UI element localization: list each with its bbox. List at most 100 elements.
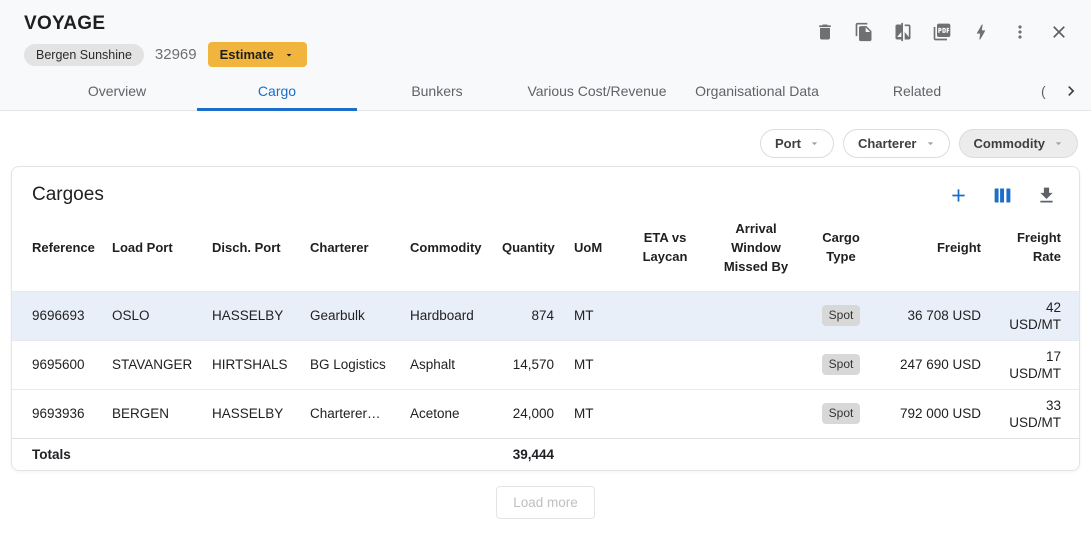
column-header-freight-rate: Freight Rate — [991, 206, 1080, 291]
cell-charterer: BG Logistics — [300, 340, 400, 389]
cell-eta-vs-laycan — [624, 291, 706, 340]
pdf-export-button[interactable] — [931, 21, 952, 42]
add-cargo-button[interactable] — [948, 185, 969, 206]
cell-quantity: 24,000 — [492, 389, 564, 438]
cargoes-table: Reference Load Port Disch. Port Chartere… — [12, 206, 1080, 470]
load-more-container: Load more — [11, 471, 1080, 534]
table-row[interactable]: 9696693 OSLO HASSELBY Gearbulk Hardboard… — [12, 291, 1080, 340]
column-settings-button[interactable] — [992, 185, 1013, 206]
table-row[interactable]: 9693936 BERGEN HASSELBY Charterer… Aceto… — [12, 389, 1080, 438]
cell-eta-vs-laycan — [624, 340, 706, 389]
chevron-down-icon — [924, 137, 937, 150]
table-row[interactable]: 9695600 STAVANGER HIRTSHALS BG Logistics… — [12, 340, 1080, 389]
download-icon — [1036, 185, 1057, 206]
tab-cargo[interactable]: Cargo — [197, 71, 357, 110]
column-header-commodity: Commodity — [400, 206, 492, 291]
voyage-page: VOYAGE Bergen Sunshine 32969 Estimate — [0, 0, 1091, 534]
cell-arrival-window-missed-by — [706, 340, 806, 389]
cell-commodity: Acetone — [400, 389, 492, 438]
chevron-right-icon — [1061, 81, 1081, 101]
tabs-scroll-right-button[interactable] — [1057, 71, 1085, 110]
cell-freight: 247 690 USD — [876, 340, 991, 389]
totals-row: Totals 39,444 — [12, 438, 1080, 470]
cell-charterer: Gearbulk — [300, 291, 400, 340]
voyage-subrow: Bergen Sunshine 32969 Estimate — [24, 42, 1067, 67]
tab-bunkers[interactable]: Bunkers — [357, 71, 517, 110]
cell-freight-rate: 17 USD/MT — [991, 340, 1080, 389]
column-header-disch-port: Disch. Port — [202, 206, 300, 291]
cell-disch-port: HASSELBY — [202, 291, 300, 340]
compare-icon — [893, 22, 913, 42]
more-options-button[interactable] — [1009, 21, 1030, 42]
cargoes-card-header: Cargoes — [12, 167, 1079, 206]
cell-commodity: Asphalt — [400, 340, 492, 389]
column-header-eta-vs-laycan: ETA vs Laycan — [624, 206, 706, 291]
cell-disch-port: HASSELBY — [202, 389, 300, 438]
close-button[interactable] — [1048, 21, 1069, 42]
header-action-icons — [814, 21, 1069, 42]
compare-button[interactable] — [892, 21, 913, 42]
card-actions — [948, 185, 1057, 206]
copy-icon — [854, 22, 874, 42]
tab-various-cost-revenue[interactable]: Various Cost/Revenue — [517, 71, 677, 110]
column-header-quantity: Quantity — [492, 206, 564, 291]
estimate-button-label: Estimate — [220, 47, 274, 62]
topbar: VOYAGE Bergen Sunshine 32969 Estimate — [0, 0, 1091, 71]
vessel-chip[interactable]: Bergen Sunshine — [24, 44, 144, 66]
cell-load-port: BERGEN — [102, 389, 202, 438]
filter-commodity[interactable]: Commodity — [959, 129, 1079, 158]
cell-reference: 9695600 — [12, 340, 102, 389]
tab-overview[interactable]: Overview — [37, 71, 197, 110]
card-title: Cargoes — [32, 184, 104, 206]
column-header-arrival-window-missed-by: Arrival Window Missed By — [706, 206, 806, 291]
cell-disch-port: HIRTSHALS — [202, 340, 300, 389]
cell-quantity: 14,570 — [492, 340, 564, 389]
cell-freight: 36 708 USD — [876, 291, 991, 340]
cell-arrival-window-missed-by — [706, 389, 806, 438]
tab-related[interactable]: Related — [837, 71, 997, 110]
chevron-down-icon — [1052, 137, 1065, 150]
cell-quantity: 874 — [492, 291, 564, 340]
cell-load-port: STAVANGER — [102, 340, 202, 389]
chevron-down-icon — [283, 49, 295, 61]
bolt-button[interactable] — [970, 21, 991, 42]
delete-button[interactable] — [814, 21, 835, 42]
copy-button[interactable] — [853, 21, 874, 42]
cell-uom: MT — [564, 340, 624, 389]
cell-freight-rate: 33 USD/MT — [991, 389, 1080, 438]
tab-organisational-data[interactable]: Organisational Data — [677, 71, 837, 110]
download-button[interactable] — [1036, 185, 1057, 206]
columns-icon — [992, 185, 1013, 206]
cell-uom: MT — [564, 389, 624, 438]
cell-reference: 9696693 — [12, 291, 102, 340]
cargo-type-badge: Spot — [822, 354, 861, 375]
tab-bar: Overview Cargo Bunkers Various Cost/Reve… — [0, 71, 1091, 110]
cell-cargo-type: Spot — [806, 291, 876, 340]
filter-port[interactable]: Port — [760, 129, 834, 158]
filter-commodity-label: Commodity — [974, 136, 1046, 151]
cargo-tab-content: Port Charterer Commodity Cargoes — [0, 111, 1091, 534]
filter-charterer[interactable]: Charterer — [843, 129, 950, 158]
table-header: Reference Load Port Disch. Port Chartere… — [12, 206, 1080, 291]
cell-uom: MT — [564, 291, 624, 340]
cell-commodity: Hardboard — [400, 291, 492, 340]
delete-icon — [815, 22, 835, 42]
cell-cargo-type: Spot — [806, 340, 876, 389]
column-header-load-port: Load Port — [102, 206, 202, 291]
cargo-type-badge: Spot — [822, 305, 861, 326]
cell-eta-vs-laycan — [624, 389, 706, 438]
cargoes-card: Cargoes — [11, 166, 1080, 471]
filter-bar: Port Charterer Commodity — [11, 111, 1080, 158]
cell-cargo-type: Spot — [806, 389, 876, 438]
load-more-button[interactable]: Load more — [496, 486, 595, 519]
filter-port-label: Port — [775, 136, 801, 151]
column-header-charterer: Charterer — [300, 206, 400, 291]
bolt-icon — [971, 22, 991, 42]
totals-quantity: 39,444 — [492, 438, 564, 470]
column-header-uom: UoM — [564, 206, 624, 291]
estimate-button[interactable]: Estimate — [208, 42, 307, 67]
table-totals: Totals 39,444 — [12, 438, 1080, 470]
voyage-header: VOYAGE Bergen Sunshine 32969 Estimate — [0, 0, 1091, 111]
chevron-down-icon — [808, 137, 821, 150]
column-header-cargo-type: Cargo Type — [806, 206, 876, 291]
